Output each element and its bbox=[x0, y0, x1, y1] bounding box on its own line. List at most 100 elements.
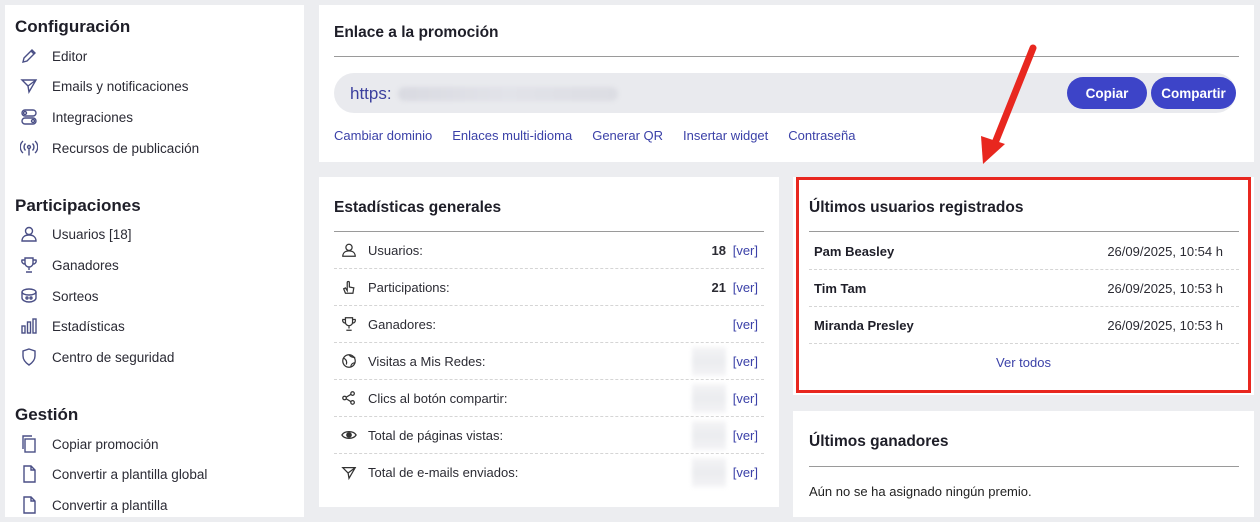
sidebar-item-emails[interactable]: Emails y notificaciones bbox=[19, 74, 189, 98]
redacted-value bbox=[692, 421, 726, 450]
user-date: 26/09/2025, 10:54 h bbox=[1107, 243, 1223, 259]
file-icon bbox=[19, 495, 39, 515]
user-name: Pam Beasley bbox=[814, 243, 895, 259]
section-title-gestion: Gestión bbox=[15, 405, 79, 424]
stat-row-emails-enviados: Total de e-mails enviados: [ver] bbox=[334, 454, 764, 491]
promotion-link-title: Enlace a la promoción bbox=[334, 24, 499, 41]
stat-value: 18 bbox=[711, 242, 726, 258]
sidebar-item-ganadores[interactable]: Ganadores bbox=[19, 253, 119, 277]
latest-winners-panel: Últimos ganadores Aún no se ha asignado … bbox=[793, 411, 1254, 517]
view-link[interactable]: [ver] bbox=[733, 317, 758, 332]
user-icon bbox=[19, 224, 39, 244]
toggles-icon bbox=[19, 107, 39, 127]
sidebar-item-label: Estadísticas bbox=[52, 318, 125, 334]
sidebar-item-sorteos[interactable]: Sorteos bbox=[19, 284, 99, 308]
stat-label: Ganadores: bbox=[368, 316, 436, 332]
shield-icon bbox=[19, 347, 39, 367]
stat-row-paginas-vistas: Total de páginas vistas: [ver] bbox=[334, 417, 764, 454]
globe-icon bbox=[340, 352, 358, 370]
promotion-url-field[interactable]: https: Copiar Compartir bbox=[334, 73, 1236, 113]
sidebar-item-seguridad[interactable]: Centro de seguridad bbox=[19, 345, 174, 369]
promotion-link-panel: Enlace a la promoción https: Copiar Comp… bbox=[319, 5, 1254, 162]
change-domain-link[interactable]: Cambiar dominio bbox=[334, 128, 432, 143]
sidebar-item-estadisticas[interactable]: Estadísticas bbox=[19, 314, 125, 338]
divider bbox=[334, 56, 1239, 57]
view-all-users-link[interactable]: Ver todos bbox=[793, 355, 1254, 370]
stat-row-ganadores: Ganadores: [ver] bbox=[334, 306, 764, 343]
copy-button[interactable]: Copiar bbox=[1067, 77, 1147, 109]
stat-label: Participations: bbox=[368, 279, 450, 295]
sidebar-item-label: Ganadores bbox=[52, 257, 119, 273]
stat-label: Clics al botón compartir: bbox=[368, 390, 508, 406]
raffle-icon bbox=[19, 286, 39, 306]
stat-label: Total de e-mails enviados: bbox=[368, 465, 519, 480]
sidebar-item-label: Recursos de publicación bbox=[52, 140, 200, 156]
sidebar-item-recursos[interactable]: Recursos de publicación bbox=[19, 136, 199, 160]
password-link[interactable]: Contraseña bbox=[788, 128, 855, 143]
section-title-configuracion: Configuración bbox=[15, 17, 131, 36]
sidebar-item-label: Editor bbox=[52, 48, 88, 64]
insert-widget-link[interactable]: Insertar widget bbox=[683, 128, 768, 143]
section-title-participaciones: Participaciones bbox=[15, 196, 141, 215]
multi-language-links-link[interactable]: Enlaces multi-idioma bbox=[452, 128, 572, 143]
stat-label: Visitas a Mis Redes: bbox=[368, 353, 486, 369]
user-icon bbox=[340, 241, 358, 259]
view-link[interactable]: [ver] bbox=[733, 428, 758, 443]
file-icon bbox=[19, 464, 39, 484]
redacted-value bbox=[692, 384, 726, 413]
latest-users-title: Últimos usuarios registrados bbox=[809, 199, 1024, 216]
sidebar-item-label: Centro de seguridad bbox=[52, 349, 175, 365]
sidebar-item-copiar-promocion[interactable]: Copiar promoción bbox=[19, 432, 159, 456]
sidebar-item-label: Convertir a plantilla bbox=[52, 497, 168, 513]
user-name: Miranda Presley bbox=[814, 317, 914, 333]
sidebar-item-label: Integraciones bbox=[52, 109, 134, 125]
general-stats-title: Estadísticas generales bbox=[334, 199, 502, 216]
view-link[interactable]: [ver] bbox=[733, 243, 758, 258]
broadcast-icon bbox=[19, 138, 39, 158]
user-date: 26/09/2025, 10:53 h bbox=[1107, 280, 1223, 296]
user-row[interactable]: Miranda Presley 26/09/2025, 10:53 h bbox=[809, 307, 1239, 344]
generate-qr-link[interactable]: Generar QR bbox=[592, 128, 663, 143]
sidebar-item-plantilla-global[interactable]: Convertir a plantilla global bbox=[19, 462, 207, 486]
view-link[interactable]: [ver] bbox=[733, 280, 758, 295]
share-button[interactable]: Compartir bbox=[1151, 77, 1236, 109]
user-row[interactable]: Pam Beasley 26/09/2025, 10:54 h bbox=[809, 233, 1239, 270]
stat-value: 21 bbox=[711, 279, 726, 295]
sidebar-item-plantilla[interactable]: Convertir a plantilla bbox=[19, 493, 168, 517]
stat-label: Total de páginas vistas: bbox=[368, 427, 504, 443]
trophy-icon bbox=[340, 315, 358, 333]
latest-users-panel: Últimos usuarios registrados Pam Beasley… bbox=[793, 177, 1254, 395]
sidebar-item-integraciones[interactable]: Integraciones bbox=[19, 105, 133, 129]
view-link[interactable]: [ver] bbox=[733, 465, 758, 480]
sidebar-item-editor[interactable]: Editor bbox=[19, 44, 87, 68]
sidebar-item-usuarios[interactable]: Usuarios [18] bbox=[19, 222, 132, 246]
link-options: Cambiar dominio Enlaces multi-idioma Gen… bbox=[334, 128, 856, 143]
user-row[interactable]: Tim Tam 26/09/2025, 10:53 h bbox=[809, 270, 1239, 307]
trophy-icon bbox=[19, 255, 39, 275]
view-link[interactable]: [ver] bbox=[733, 391, 758, 406]
stat-label: Usuarios: bbox=[368, 242, 423, 258]
sidebar-item-label: Emails y notificaciones bbox=[52, 78, 189, 94]
view-link[interactable]: [ver] bbox=[733, 354, 758, 369]
stat-row-usuarios: Usuarios: 18 [ver] bbox=[334, 232, 764, 269]
general-stats-panel: Estadísticas generales Usuarios: 18 [ver… bbox=[319, 177, 779, 507]
sidebar-item-label: Sorteos bbox=[52, 288, 99, 304]
divider bbox=[809, 231, 1239, 232]
redacted-value bbox=[692, 347, 726, 376]
sidebar: Configuración Editor Emails y notificaci… bbox=[5, 5, 304, 517]
stat-row-clics-compartir: Clics al botón compartir: [ver] bbox=[334, 380, 764, 417]
user-name: Tim Tam bbox=[814, 280, 867, 296]
url-text[interactable]: https: bbox=[350, 84, 392, 104]
latest-winners-title: Últimos ganadores bbox=[809, 433, 949, 450]
sidebar-item-label: Usuarios [18] bbox=[52, 226, 132, 242]
redacted-value bbox=[692, 458, 726, 487]
hand-icon bbox=[340, 278, 358, 296]
sidebar-item-label: Copiar promoción bbox=[52, 436, 159, 452]
divider bbox=[809, 466, 1239, 467]
no-winners-message: Aún no se ha asignado ningún premio. bbox=[809, 484, 1032, 499]
user-date: 26/09/2025, 10:53 h bbox=[1107, 317, 1223, 333]
sidebar-item-label: Convertir a plantilla global bbox=[52, 466, 208, 482]
share-icon bbox=[340, 389, 358, 407]
stat-row-participations: Participations: 21 [ver] bbox=[334, 269, 764, 306]
pencil-icon bbox=[19, 46, 39, 66]
